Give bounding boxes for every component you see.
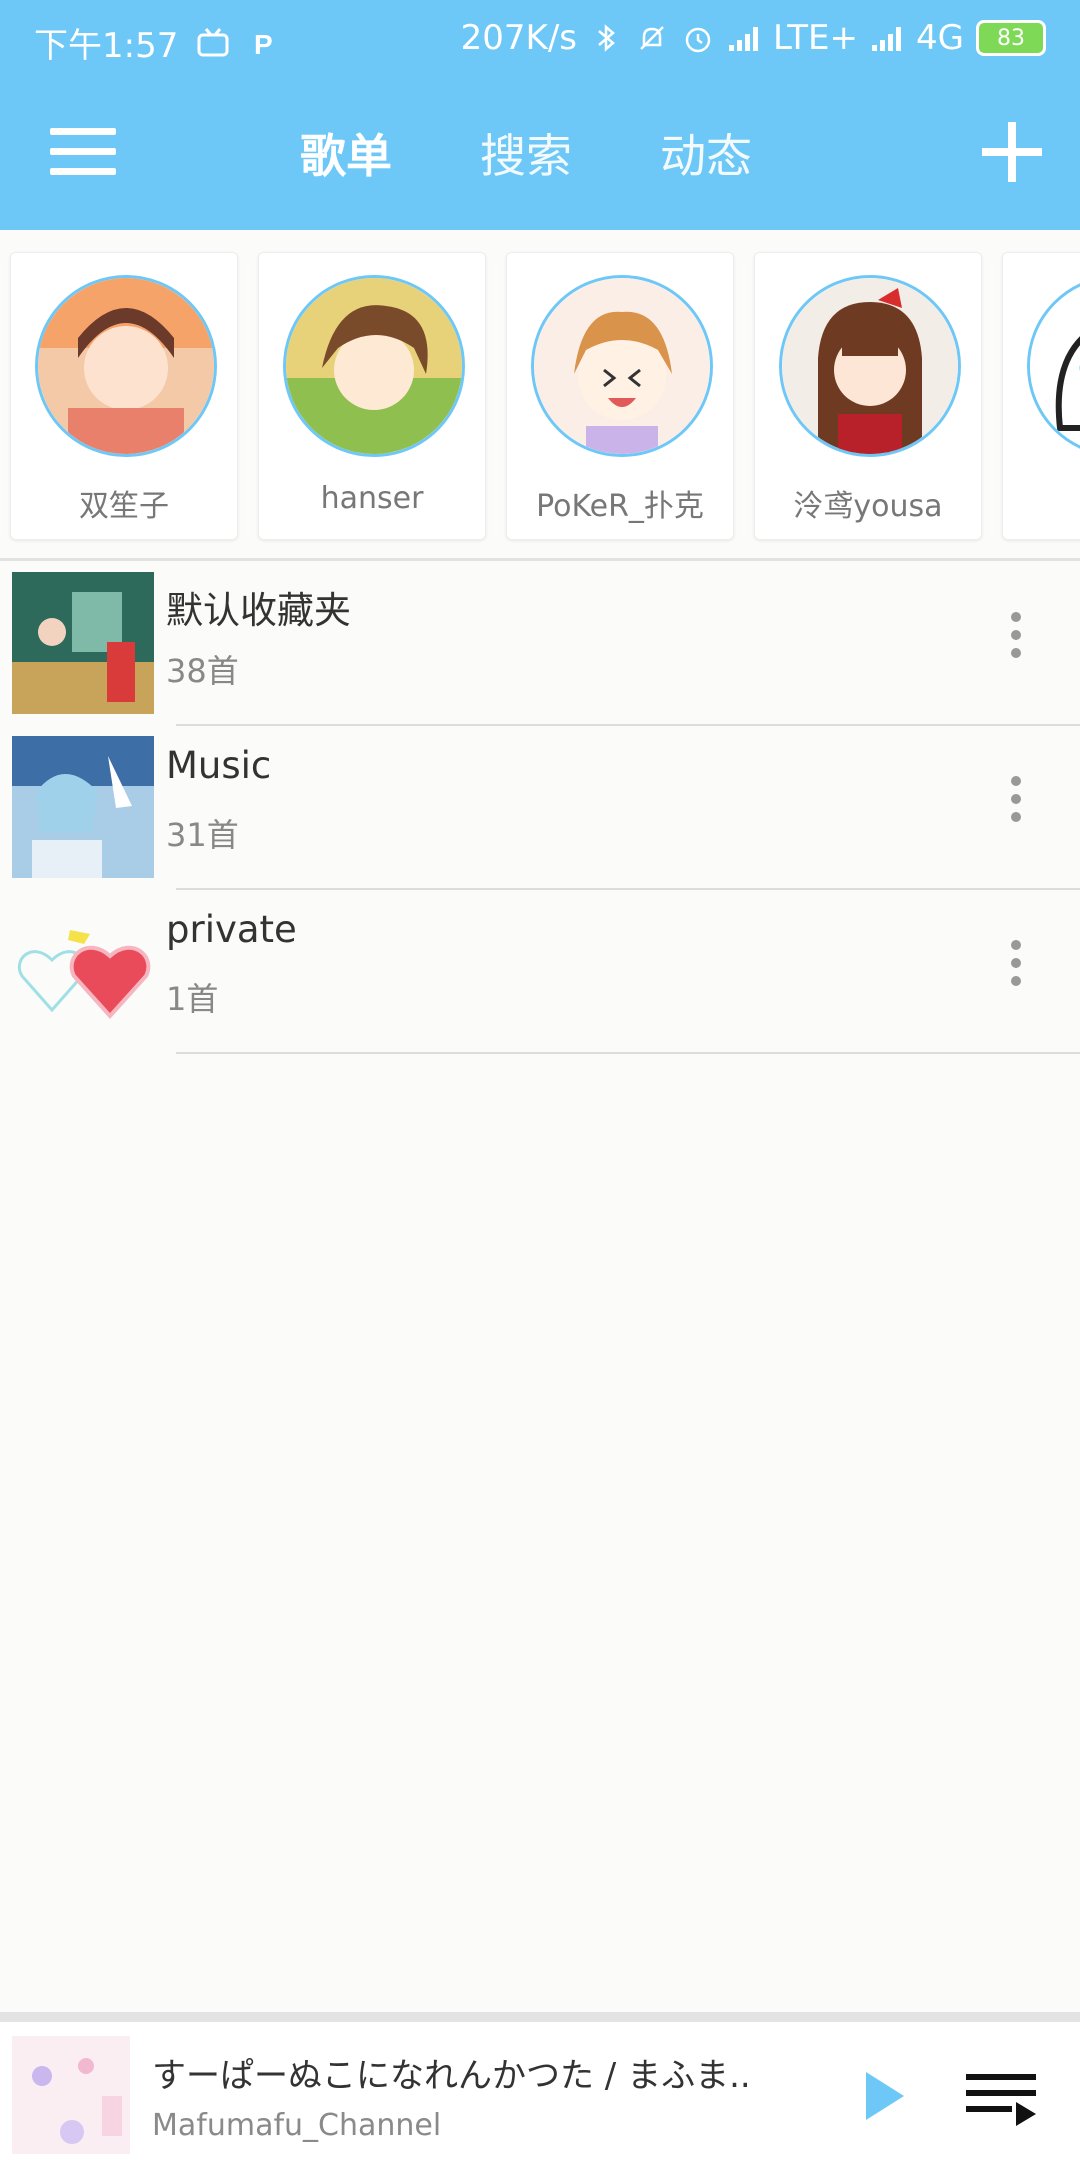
avatar	[531, 275, 713, 457]
network-speed: 207K/s	[460, 18, 578, 58]
menu-icon[interactable]	[50, 128, 116, 180]
artist-card[interactable]: 泠鸢yousa	[754, 252, 982, 540]
mini-player[interactable]: すーぱーぬこになれんかつた / まふま.. Mafumafu_Channel	[0, 2012, 1080, 2170]
tab-playlists[interactable]: 歌单	[300, 120, 392, 186]
artist-name: 赛雷	[1003, 481, 1080, 525]
playlist-cover	[12, 736, 154, 878]
more-options-icon[interactable]	[1008, 776, 1024, 836]
now-playing-cover	[12, 2036, 130, 2154]
p-app-icon: P	[254, 29, 273, 60]
avatar	[1027, 275, 1080, 457]
artist-name: hanser	[320, 481, 424, 516]
avatar	[35, 275, 217, 457]
playlist-row[interactable]: 默认收藏夹 38首	[0, 562, 1080, 726]
status-time: 下午1:57	[34, 26, 179, 66]
top-bar: 下午1:57 P 207K/s LTE+ 4G 83 歌单 搜索 动态	[0, 0, 1080, 230]
playlist-queue-icon[interactable]	[966, 2074, 1036, 2126]
artist-name: 双笙子	[79, 489, 169, 524]
app-bar: 歌单 搜索 动态	[0, 80, 1080, 230]
add-icon[interactable]	[982, 122, 1042, 182]
playlist-row[interactable]: private 1首	[0, 890, 1080, 1054]
more-options-icon[interactable]	[1008, 940, 1024, 1000]
playlist-title: Music	[166, 744, 272, 787]
playlist-row[interactable]: Music 31首	[0, 726, 1080, 890]
artist-card[interactable]: 赛雷	[1002, 252, 1080, 540]
signal-icon-2	[872, 27, 902, 51]
status-bar: 下午1:57 P 207K/s LTE+ 4G 83	[0, 0, 1080, 80]
bluetooth-icon	[598, 24, 615, 52]
playlist-count: 38首	[166, 652, 239, 690]
tv-icon	[197, 27, 229, 56]
signal-icon-1	[729, 27, 759, 51]
tab-search[interactable]: 搜索	[480, 120, 572, 186]
playlist-cover	[12, 572, 154, 714]
playlist-cover	[12, 900, 154, 1042]
play-icon[interactable]	[866, 2072, 904, 2120]
tab-bar: 歌单 搜索 动态	[300, 120, 752, 186]
playlist-count: 31首	[166, 816, 239, 854]
svg-text:P: P	[254, 29, 273, 60]
divider	[0, 558, 1080, 561]
artist-card[interactable]: PoKeR_扑克	[506, 252, 734, 540]
carrier-4g: 4G	[916, 18, 964, 58]
playlist-count: 1首	[166, 980, 219, 1018]
avatar	[283, 275, 465, 457]
artist-card[interactable]: 双笙子	[10, 252, 238, 540]
artist-name: PoKeR_扑克	[536, 489, 704, 524]
battery-level: 83	[997, 25, 1025, 51]
artist-name: 泠鸢yousa	[793, 489, 943, 524]
artist-strip[interactable]: 双笙子 hanser PoKeR_扑克 泠鸢yousa 赛雷	[0, 230, 1080, 560]
playlist-title: private	[166, 908, 297, 951]
song-artist: Mafumafu_Channel	[152, 2108, 442, 2143]
artist-card[interactable]: hanser	[258, 252, 486, 540]
battery-indicator: 83	[976, 20, 1046, 56]
avatar	[779, 275, 961, 457]
alarm-icon	[685, 27, 711, 53]
playlist-title: 默认收藏夹	[166, 589, 351, 632]
song-title: すーぱーぬこになれんかつた / まふま..	[152, 2056, 751, 2096]
carrier-lte: LTE+	[773, 18, 859, 58]
mute-icon	[640, 26, 664, 50]
more-options-icon[interactable]	[1008, 612, 1024, 672]
divider	[176, 1052, 1080, 1054]
tab-activity[interactable]: 动态	[660, 120, 752, 186]
